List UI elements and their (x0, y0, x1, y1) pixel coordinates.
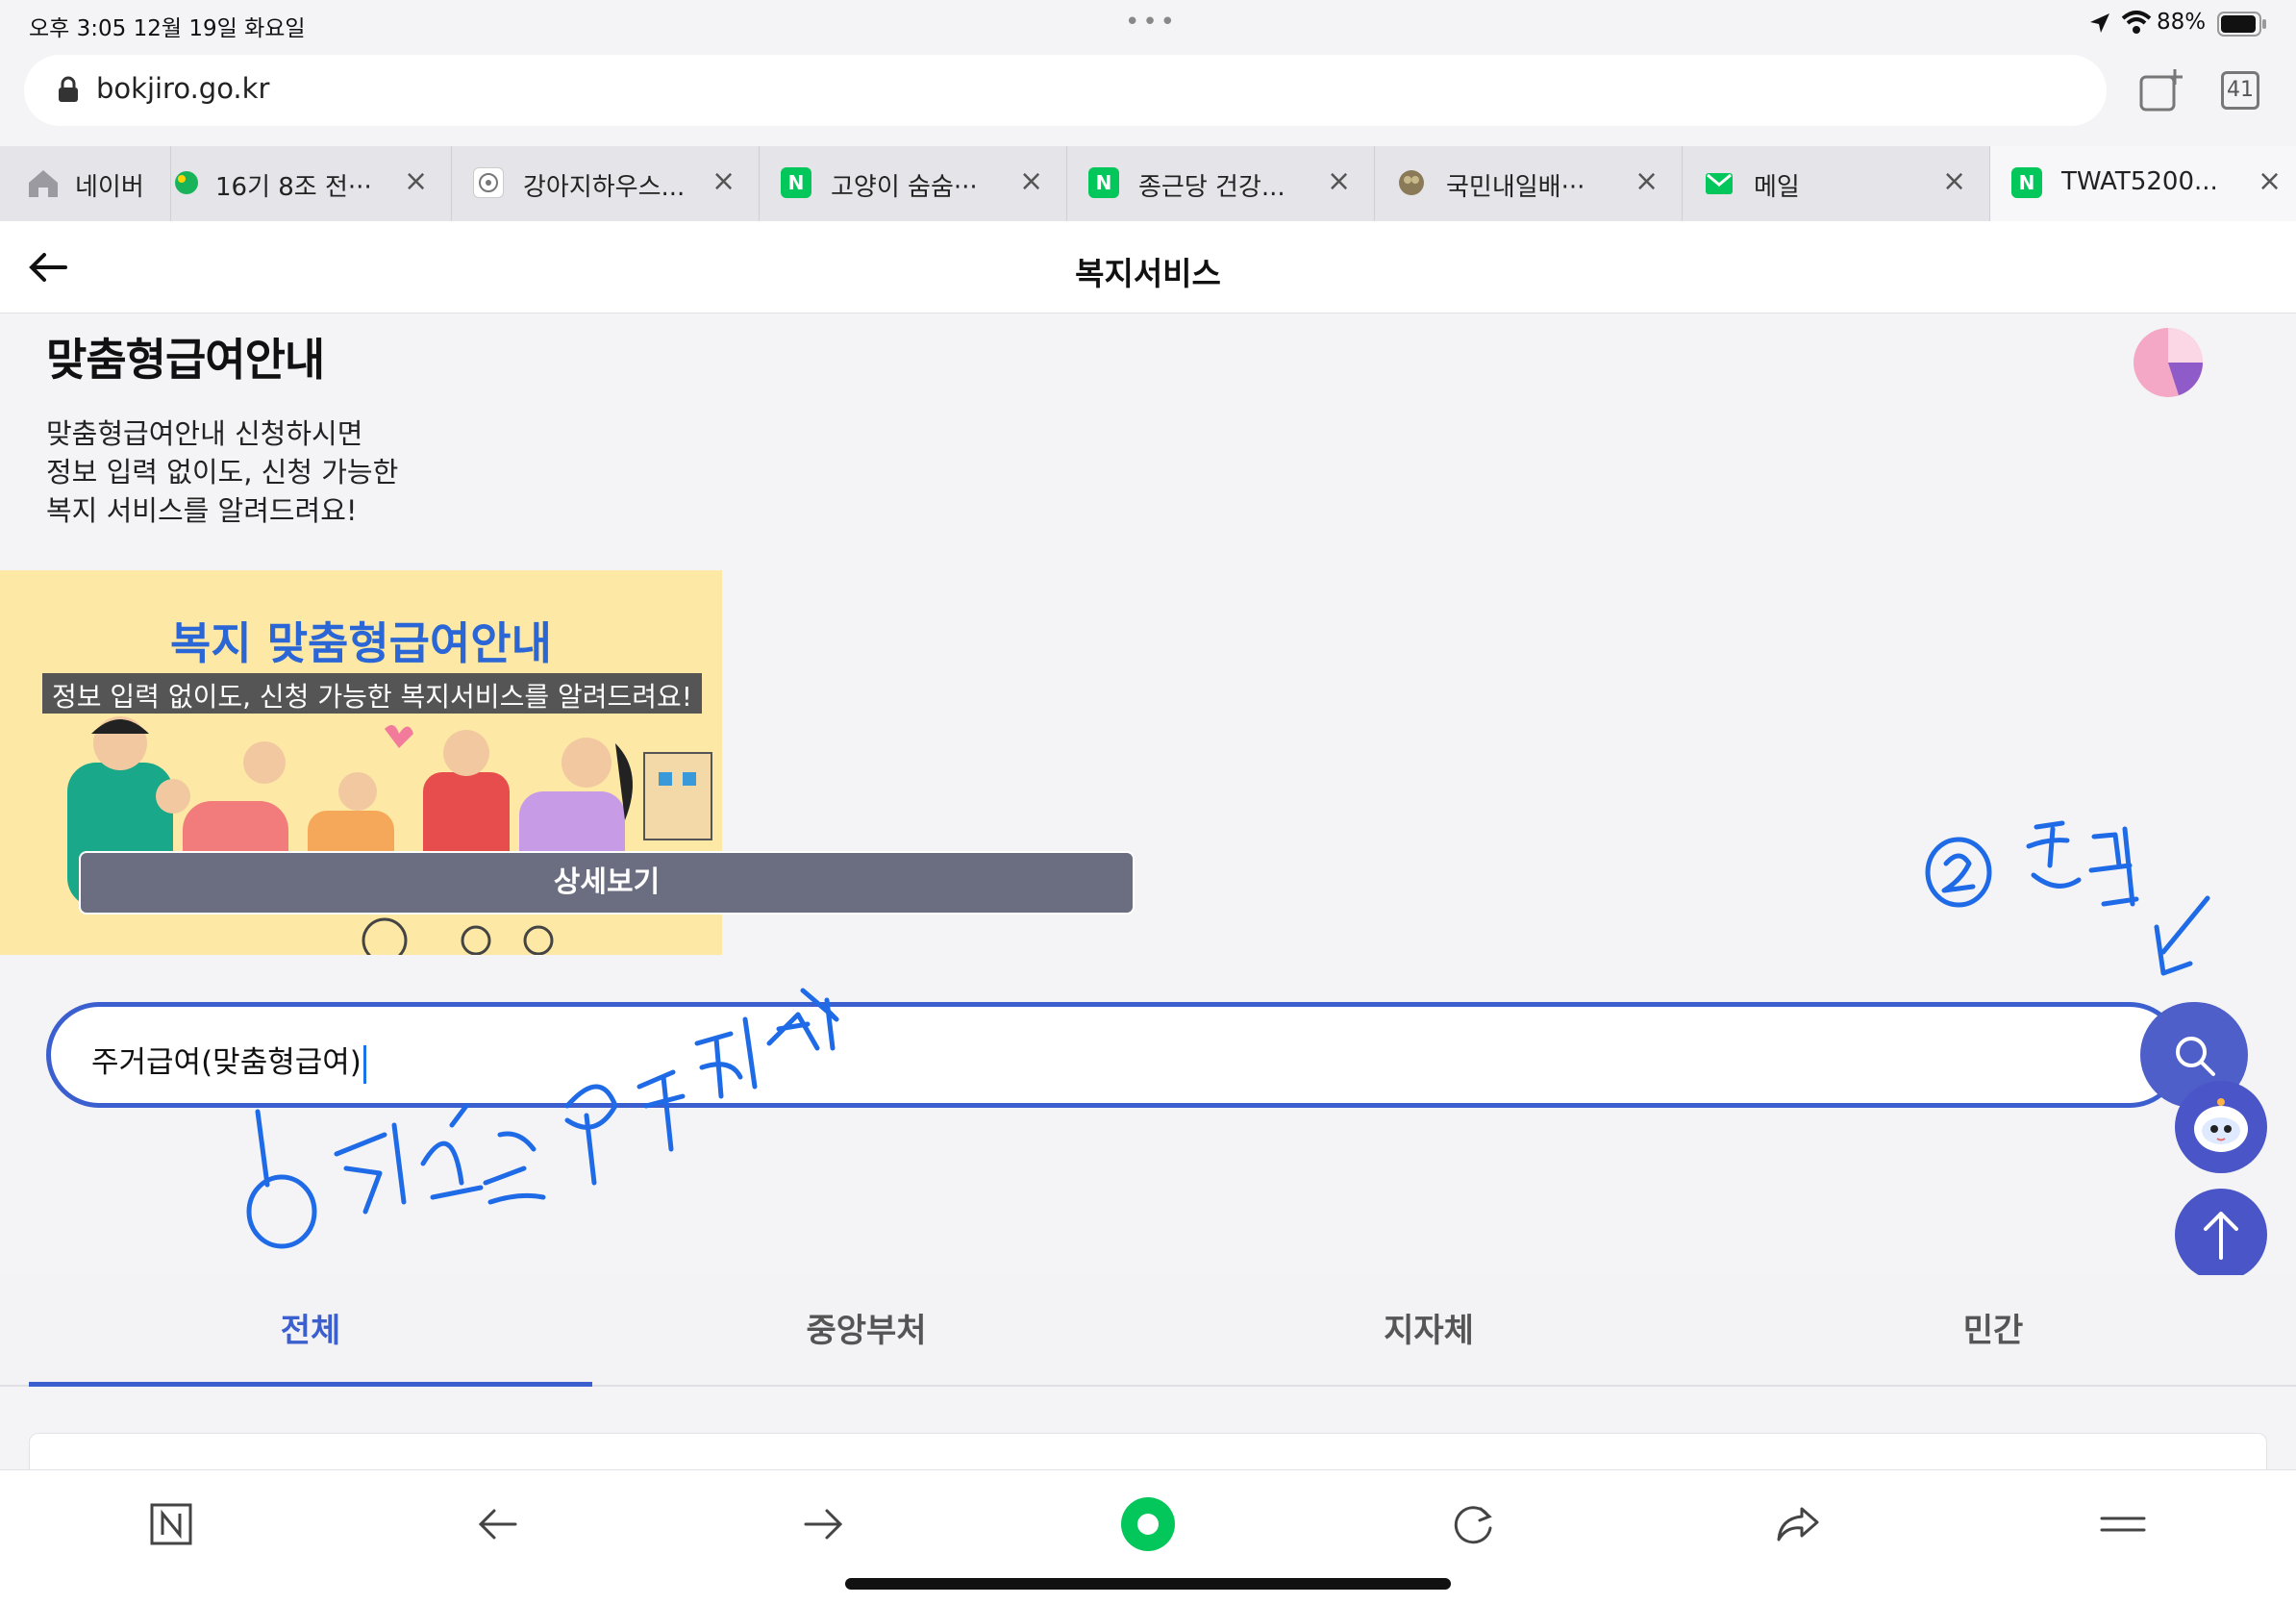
handwritten-annotation (246, 820, 2210, 1249)
